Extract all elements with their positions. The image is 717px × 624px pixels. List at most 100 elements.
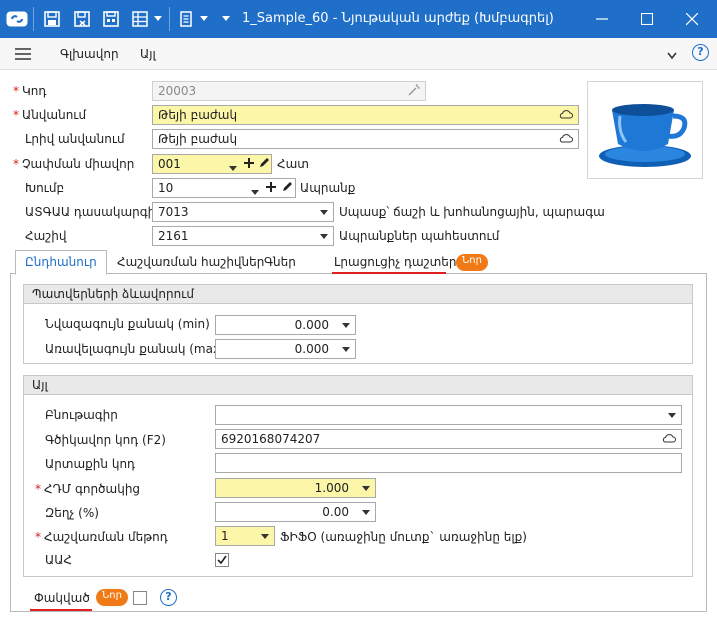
toolbar-separator: [33, 7, 34, 31]
barcode-label: Գծիկավոր կոդ (F2): [45, 433, 166, 447]
description-field[interactable]: [215, 405, 682, 425]
closed-checkbox[interactable]: [133, 591, 147, 605]
classifier-label: ԱՏԳԱԱ դասակարգիչ: [25, 205, 161, 219]
orders-group-title: Պատվերների ձևավորում: [24, 285, 692, 304]
close-button[interactable]: [670, 0, 714, 38]
method-field[interactable]: 1: [215, 526, 275, 546]
translate-cloud-icon[interactable]: [559, 108, 573, 122]
tab-general[interactable]: Ընդհանուր: [15, 250, 107, 275]
required-marker: *: [13, 157, 19, 171]
classifier-note: Սպասք՝ ճաշի և խոհանոցային, պարագա: [339, 205, 605, 219]
required-marker: *: [35, 530, 41, 544]
min-qty-dropdown-icon[interactable]: [342, 323, 350, 328]
name-field[interactable]: Թեյի բաժակ: [152, 105, 579, 125]
title-menu-icon[interactable]: [221, 9, 231, 29]
classifier-dropdown-icon[interactable]: [320, 210, 328, 215]
menu-item-other[interactable]: Այլ: [140, 47, 156, 61]
translate-cloud-icon[interactable]: [559, 132, 573, 146]
account-label: Հաշիվ: [25, 229, 67, 243]
group-edit-icon[interactable]: [282, 181, 293, 195]
required-marker: *: [13, 84, 19, 98]
closed-label: Փակված: [34, 591, 90, 605]
minimize-button[interactable]: [580, 0, 624, 38]
description-label: Բնութագիր: [45, 408, 118, 422]
barcode-field[interactable]: 6920168074207: [215, 429, 682, 449]
save-icon[interactable]: [42, 9, 62, 29]
group-dropdown-icon[interactable]: [251, 185, 259, 199]
method-label: * Հաշվառման մեթոդ: [35, 530, 168, 544]
max-qty-dropdown-icon[interactable]: [342, 347, 350, 352]
code-field[interactable]: 20003: [152, 81, 426, 101]
vat-ratio-dropdown-icon[interactable]: [362, 486, 370, 491]
grid-dropdown-icon[interactable]: [153, 9, 163, 29]
account-note: Ապրանքներ պահեստում: [339, 229, 500, 243]
vat-ratio-field[interactable]: 1.000: [215, 478, 376, 498]
hamburger-menu-icon[interactable]: [15, 48, 31, 63]
group-add-icon[interactable]: [266, 181, 276, 195]
window-title: 1_Sample_60 - Նյութական արժեք (Խմբագրել): [242, 11, 554, 26]
tab-strip: Ընդհանուր Հաշվառման հաշիվներ Գներ Լրացու…: [10, 250, 707, 275]
print-dropdown-icon[interactable]: [199, 9, 209, 29]
app-logo-icon: [6, 9, 28, 29]
min-qty-label: Նվազագույն քանակ (min): [45, 317, 210, 331]
discount-field[interactable]: 0.00: [215, 502, 376, 522]
vat-checkbox[interactable]: [215, 553, 229, 567]
other-group-title: Այլ: [24, 376, 692, 395]
checkmark-icon: [217, 555, 227, 565]
vat-ratio-label: * ՀԴՄ գործակից: [35, 482, 141, 496]
unit-add-icon[interactable]: [244, 157, 254, 171]
menu-item-main[interactable]: Գլխավոր: [60, 47, 119, 61]
discount-dropdown-icon[interactable]: [362, 510, 370, 515]
minimize-icon: [596, 18, 608, 20]
print-icon[interactable]: [176, 9, 196, 29]
tab-prices[interactable]: Գներ: [264, 255, 296, 269]
closed-underline: [30, 609, 92, 611]
chevron-down-icon[interactable]: [667, 49, 677, 63]
external-code-label: Արտաքին կոդ: [45, 457, 135, 471]
unit-edit-icon[interactable]: [259, 157, 270, 171]
discount-label: Զեղչ (%): [45, 506, 99, 520]
group-label: Խումբ: [25, 181, 65, 195]
external-code-field[interactable]: [215, 453, 682, 473]
save-copy-icon[interactable]: [101, 9, 121, 29]
close-icon: [686, 13, 698, 25]
product-image[interactable]: [587, 81, 703, 179]
new-badge: Նոր: [456, 254, 488, 271]
group-note: Ապրանք: [300, 181, 356, 195]
classifier-field[interactable]: 7013: [152, 202, 334, 222]
unit-field[interactable]: 001: [152, 154, 272, 174]
description-dropdown-icon[interactable]: [668, 413, 676, 418]
toolbar-separator: [169, 7, 170, 31]
grid-view-icon[interactable]: [130, 9, 150, 29]
unit-dropdown-icon[interactable]: [229, 161, 237, 175]
unit-label: * Չափման միավոր: [13, 157, 135, 171]
min-qty-field[interactable]: 0.000: [215, 315, 356, 335]
account-dropdown-icon[interactable]: [320, 234, 328, 239]
magic-wand-icon[interactable]: [408, 84, 420, 99]
menu-bar: Գլխավոր Այլ ?: [0, 38, 717, 70]
new-badge: Նոր: [96, 589, 128, 606]
unit-note: Հատ: [277, 157, 309, 171]
max-qty-label: Առավելագույն քանակ (max): [45, 342, 225, 356]
code-label: * Կոդ: [13, 84, 47, 98]
tab-additional-fields[interactable]: Լրացուցիչ դաշտեր: [334, 255, 457, 269]
vat-label: ԱԱՀ: [45, 553, 72, 567]
full-name-field[interactable]: Թեյի բաժակ: [152, 129, 579, 149]
name-label: * Անվանում: [13, 108, 87, 122]
teacup-image: [599, 104, 691, 167]
help-icon[interactable]: ?: [160, 589, 177, 606]
method-note: ՖԻՖՕ (առաջինը մուտք` առաջինը ելք): [280, 530, 527, 544]
maximize-icon: [641, 13, 653, 25]
title-bar: 1_Sample_60 - Նյութական արժեք (Խմբագրել): [0, 0, 717, 38]
max-qty-field[interactable]: 0.000: [215, 339, 356, 359]
maximize-button[interactable]: [625, 0, 669, 38]
help-icon[interactable]: ?: [692, 44, 709, 61]
full-name-label: Լրիվ անվանում: [25, 132, 125, 146]
tab-accounting-accounts[interactable]: Հաշվառման հաշիվներ: [117, 255, 264, 269]
save-close-icon[interactable]: [72, 9, 92, 29]
required-marker: *: [13, 108, 19, 122]
method-dropdown-icon[interactable]: [261, 534, 269, 539]
required-marker: *: [35, 482, 41, 496]
translate-cloud-icon[interactable]: [662, 432, 676, 446]
account-field[interactable]: 2161: [152, 226, 334, 246]
